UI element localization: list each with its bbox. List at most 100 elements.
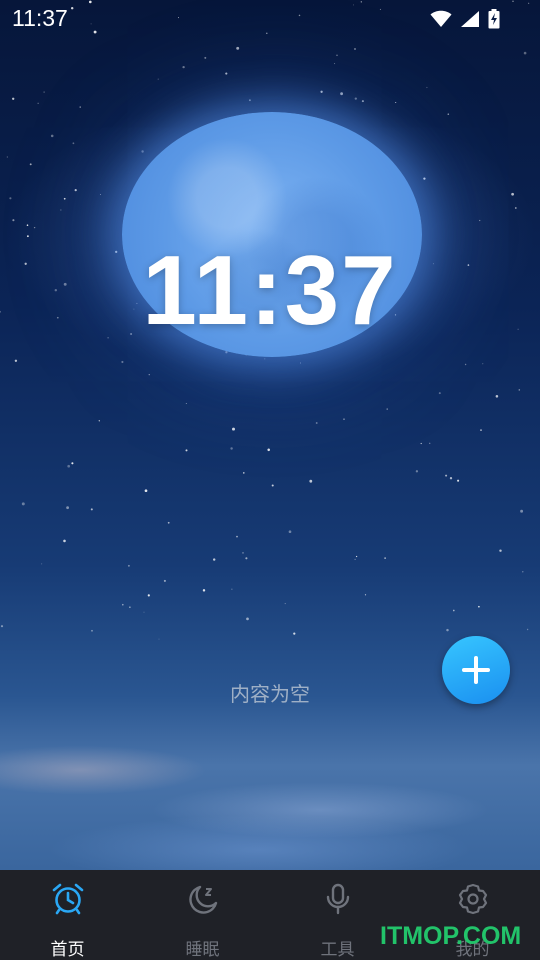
star: [147, 594, 150, 597]
star: [90, 508, 93, 511]
star: [354, 558, 356, 561]
star: [480, 429, 482, 431]
star: [231, 588, 233, 590]
star: [9, 197, 12, 200]
star: [158, 638, 160, 640]
star: [182, 65, 185, 69]
star: [495, 395, 499, 398]
star: [144, 489, 148, 493]
star: [63, 539, 66, 543]
star: [243, 472, 245, 474]
star: [6, 156, 8, 158]
star: [354, 48, 356, 50]
star: [479, 219, 481, 222]
star: [167, 521, 170, 524]
star: [213, 558, 216, 561]
nav-label-home: 首页: [50, 940, 85, 960]
clock-display: 11:37: [142, 235, 398, 345]
star: [271, 484, 274, 487]
star: [0, 625, 4, 628]
nav-item-sleep[interactable]: 睡眠: [135, 870, 270, 960]
star: [236, 46, 240, 50]
star: [315, 422, 318, 424]
star: [267, 448, 270, 452]
star: [361, 100, 364, 103]
plus-icon: [462, 656, 490, 684]
watermark-logo: ITMOP.COM: [380, 922, 522, 950]
star: [157, 78, 159, 80]
star: [514, 207, 517, 209]
star: [386, 408, 388, 410]
star: [445, 474, 448, 477]
battery-charging-icon: [488, 9, 500, 29]
star: [340, 92, 343, 96]
star: [264, 358, 266, 360]
star: [284, 603, 286, 605]
nav-label-sleep: 睡眠: [185, 940, 220, 960]
star: [309, 479, 313, 483]
star: [426, 86, 428, 89]
star: [248, 99, 251, 102]
star: [41, 563, 43, 565]
star: [60, 209, 62, 211]
signal-icon: [461, 11, 479, 27]
star: [12, 219, 15, 222]
star: [511, 192, 514, 196]
star: [446, 628, 449, 632]
star: [384, 557, 386, 559]
star: [163, 579, 166, 582]
star: [354, 97, 357, 100]
star: [122, 603, 124, 606]
star: [499, 549, 502, 552]
star: [457, 479, 460, 482]
star: [66, 506, 69, 510]
star: [72, 142, 75, 145]
star: [50, 134, 54, 138]
star: [464, 363, 467, 366]
star: [395, 101, 397, 104]
star: [447, 113, 450, 115]
star: [12, 97, 15, 100]
star: [37, 102, 39, 104]
star: [299, 362, 302, 364]
star: [33, 226, 36, 229]
star: [29, 163, 32, 166]
nav-item-home[interactable]: 首页: [0, 870, 135, 960]
status-bar: 11:37: [0, 0, 540, 38]
star: [288, 530, 292, 534]
star: [478, 605, 480, 608]
star: [74, 188, 77, 192]
add-alarm-button[interactable]: [442, 636, 510, 704]
star: [185, 403, 187, 404]
star: [236, 535, 238, 538]
star: [420, 442, 422, 445]
star: [71, 462, 74, 465]
star: [232, 427, 235, 431]
moon-sleep-icon: [188, 885, 217, 914]
star: [343, 418, 345, 420]
star: [429, 442, 431, 444]
star: [518, 389, 521, 391]
star: [520, 509, 524, 513]
star: [141, 150, 144, 153]
star: [21, 502, 25, 506]
star: [26, 224, 29, 226]
microphone-icon: [326, 883, 349, 915]
star: [225, 72, 228, 75]
star: [423, 177, 426, 180]
star: [364, 594, 367, 596]
star: [522, 571, 524, 573]
star: [230, 447, 233, 450]
star: [98, 420, 100, 422]
star: [355, 555, 358, 558]
star: [43, 91, 45, 93]
star: [204, 56, 207, 59]
star: [100, 194, 102, 196]
star: [449, 477, 453, 480]
clouds-decoration: [0, 690, 540, 870]
star: [14, 359, 18, 362]
star: [91, 629, 93, 632]
star: [202, 589, 206, 592]
star: [79, 106, 81, 108]
alarm-clock-icon: [52, 883, 83, 915]
